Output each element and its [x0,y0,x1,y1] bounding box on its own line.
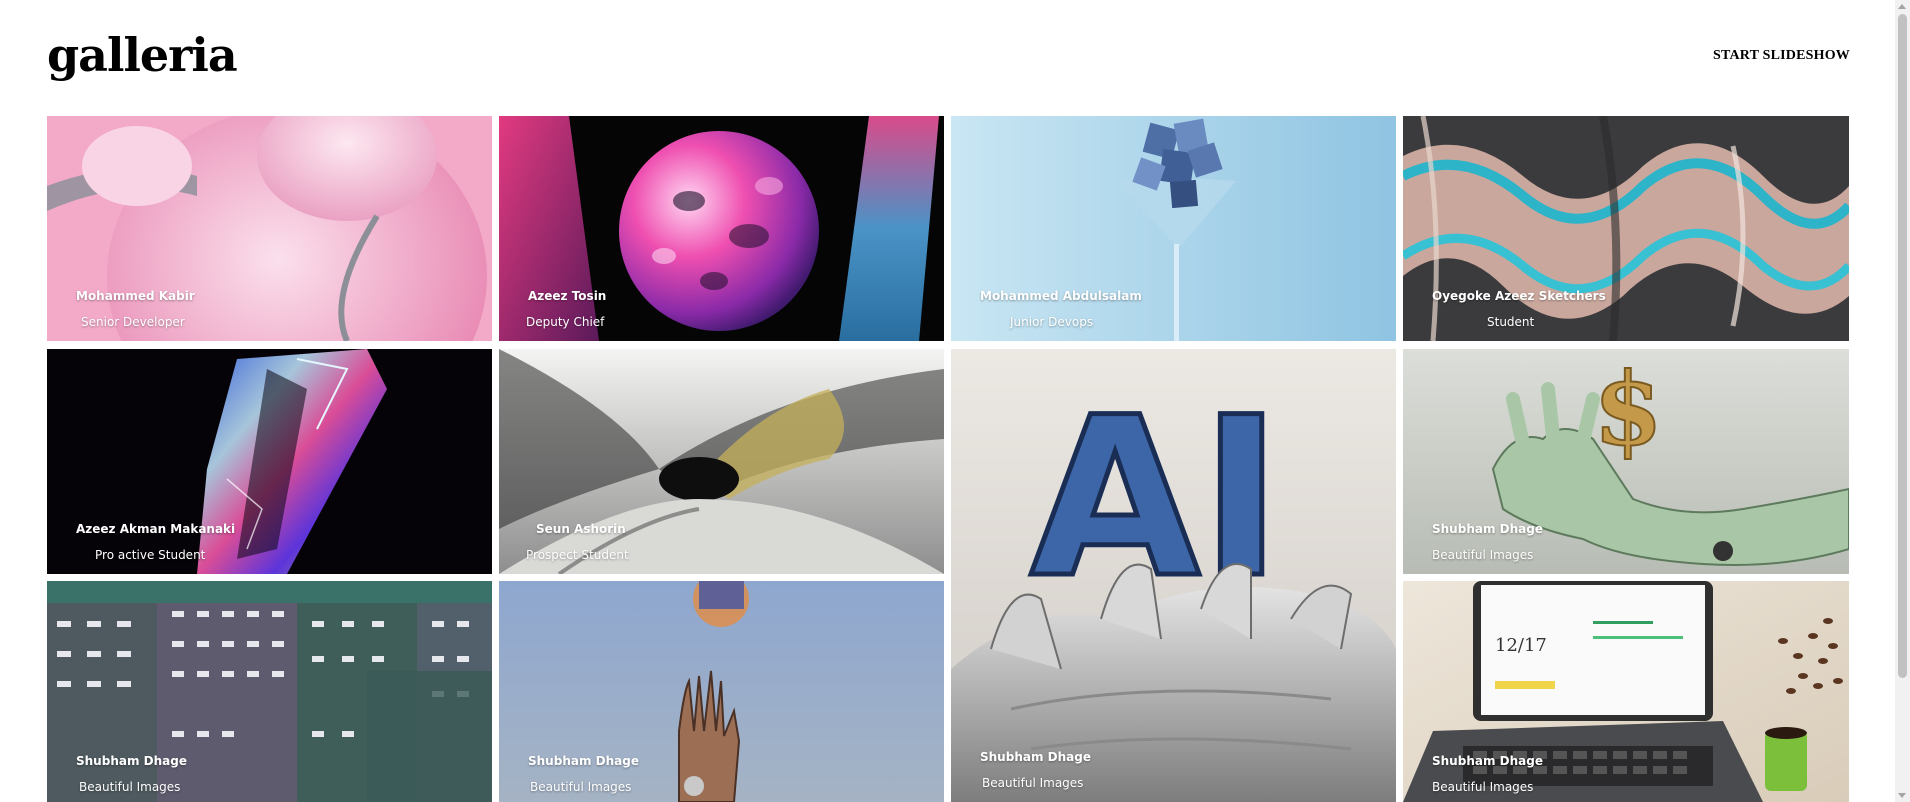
card-image [499,581,944,802]
gallery-card[interactable]: Shubham Dhage Beautiful Images [499,581,944,802]
gallery-card[interactable]: Azeez Akman Makanaki Pro active Student [47,349,492,574]
card-name: Shubham Dhage [1432,754,1543,768]
card-role: Beautiful Images [982,776,1084,790]
card-image [47,116,492,341]
gallery-card[interactable]: Oyegoke Azeez Sketchers Student [1403,116,1849,341]
card-name: Mohammed Abdulsalam [980,289,1142,303]
card-role: Beautiful Images [79,780,181,794]
scroll-up-arrow-icon[interactable] [1898,4,1906,9]
card-name: Shubham Dhage [980,750,1091,764]
card-role: Beautiful Images [1432,780,1534,794]
gallery-card[interactable]: 12/17 Shubham Dhage Beautiful Images [1403,581,1849,802]
page-scrollbar[interactable] [1895,0,1910,802]
dollar-sign: $ [1593,350,1663,468]
card-image: 12/17 [1403,581,1849,802]
gallery-card[interactable]: AI Shubham Dhage Beautiful Images [951,349,1396,802]
card-image: AI [951,349,1396,802]
gallery-card[interactable]: Seun Ashorin Prospect Student [499,349,944,574]
gallery-grid: Mohammed Kabir Senior Developer Azeez To… [47,116,1849,802]
card-name: Shubham Dhage [1432,522,1543,536]
card-role: Senior Developer [81,315,185,329]
scrollbar-thumb[interactable] [1898,14,1907,678]
card-name: Azeez Akman Makanaki [76,522,236,536]
card-name: Mohammed Kabir [76,289,195,303]
site-header: galleria START SLIDESHOW [47,28,1850,88]
gallery-card[interactable]: Azeez Tosin Deputy Chief [499,116,944,341]
card-image [499,116,944,341]
card-role: Pro active Student [95,548,206,562]
site-logo[interactable]: galleria [47,28,238,82]
start-slideshow-button[interactable]: START SLIDESHOW [1713,48,1850,64]
card-name: Oyegoke Azeez Sketchers [1432,289,1606,303]
card-image [47,581,492,802]
gallery-card[interactable]: Mohammed Abdulsalam Junior Devops [951,116,1396,341]
card-image [951,116,1396,341]
card-name: Seun Ashorin [536,522,626,536]
gallery-card[interactable]: Shubham Dhage Beautiful Images [47,581,492,802]
card-name: Azeez Tosin [528,289,607,303]
gallery-card[interactable]: Mohammed Kabir Senior Developer [47,116,492,341]
card-name: Shubham Dhage [528,754,639,768]
laptop-number: 12/17 [1495,635,1547,656]
card-role: Beautiful Images [530,780,632,794]
card-role: Prospect Student [526,548,629,562]
card-role: Beautiful Images [1432,548,1534,562]
card-name: Shubham Dhage [76,754,187,768]
card-role: Deputy Chief [526,315,605,329]
card-role: Student [1487,315,1535,329]
card-image: $ [1403,349,1849,574]
gallery-card[interactable]: $ Shubham Dhage Beautiful Images [1403,349,1849,574]
card-role: Junior Devops [1010,315,1094,329]
card-image [1403,116,1849,341]
card-image [47,349,492,574]
scroll-down-arrow-icon[interactable] [1898,793,1906,798]
card-image [499,349,944,574]
